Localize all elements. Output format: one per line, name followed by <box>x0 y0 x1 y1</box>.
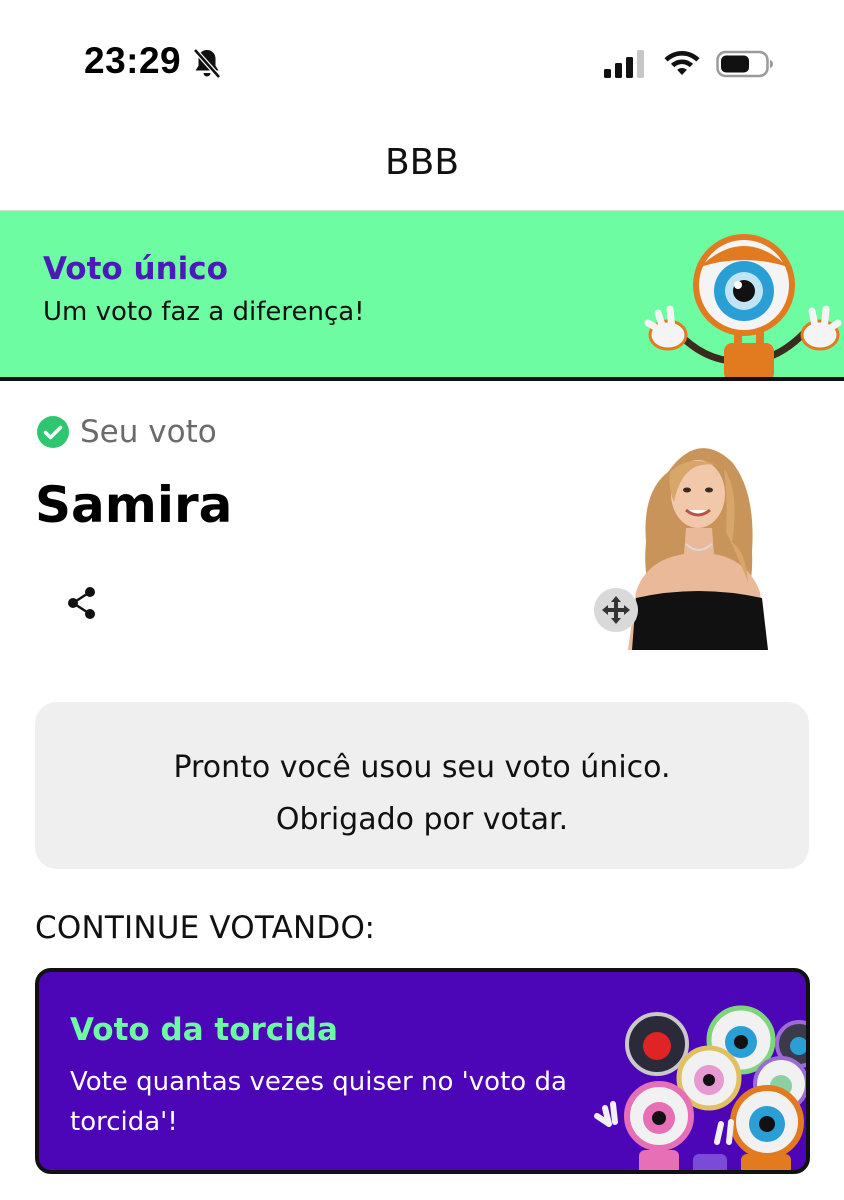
voto-unico-banner: Voto único Um voto faz a diferença! <box>0 210 844 381</box>
wifi-icon <box>664 51 700 75</box>
thank-you-text: Obrigado por votar. <box>275 802 569 837</box>
continue-voting-heading: CONTINUE VOTANDO: <box>35 910 376 946</box>
vote-status-label: Seu voto <box>80 414 217 450</box>
share-icon[interactable] <box>64 584 100 622</box>
check-circle-icon <box>37 416 69 448</box>
move-arrows-icon[interactable] <box>594 588 638 632</box>
torcida-card-subtitle: Vote quantas vezes quiser no 'voto da to… <box>70 1067 567 1137</box>
candidate-name: Samira <box>35 476 233 534</box>
banner-subtitle: Um voto faz a diferença! <box>43 297 365 327</box>
banner-title: Voto único <box>43 251 228 287</box>
bell-slash-icon <box>193 48 221 79</box>
voto-da-torcida-card[interactable]: Voto da torcida Vote quantas vezes quise… <box>35 968 810 1174</box>
confirmation-text: Pronto você usou seu voto único. <box>173 750 671 785</box>
cellular-signal-icon <box>604 50 644 78</box>
bbb-eye-mascot-image <box>644 234 842 377</box>
status-bar: 23:29 <box>0 0 844 110</box>
torcida-card-title: Voto da torcida <box>70 1012 338 1048</box>
nav-header: BBB <box>0 110 844 210</box>
battery-icon <box>716 50 773 78</box>
status-time: 23:29 <box>84 40 182 81</box>
vote-status: Seu voto <box>36 414 217 450</box>
bbb-mascots-crowd-image <box>594 1005 806 1170</box>
vote-confirmation-box: Pronto você usou seu voto único. Obrigad… <box>35 702 809 869</box>
candidate-photo <box>628 448 768 650</box>
page-title: BBB <box>384 141 460 183</box>
